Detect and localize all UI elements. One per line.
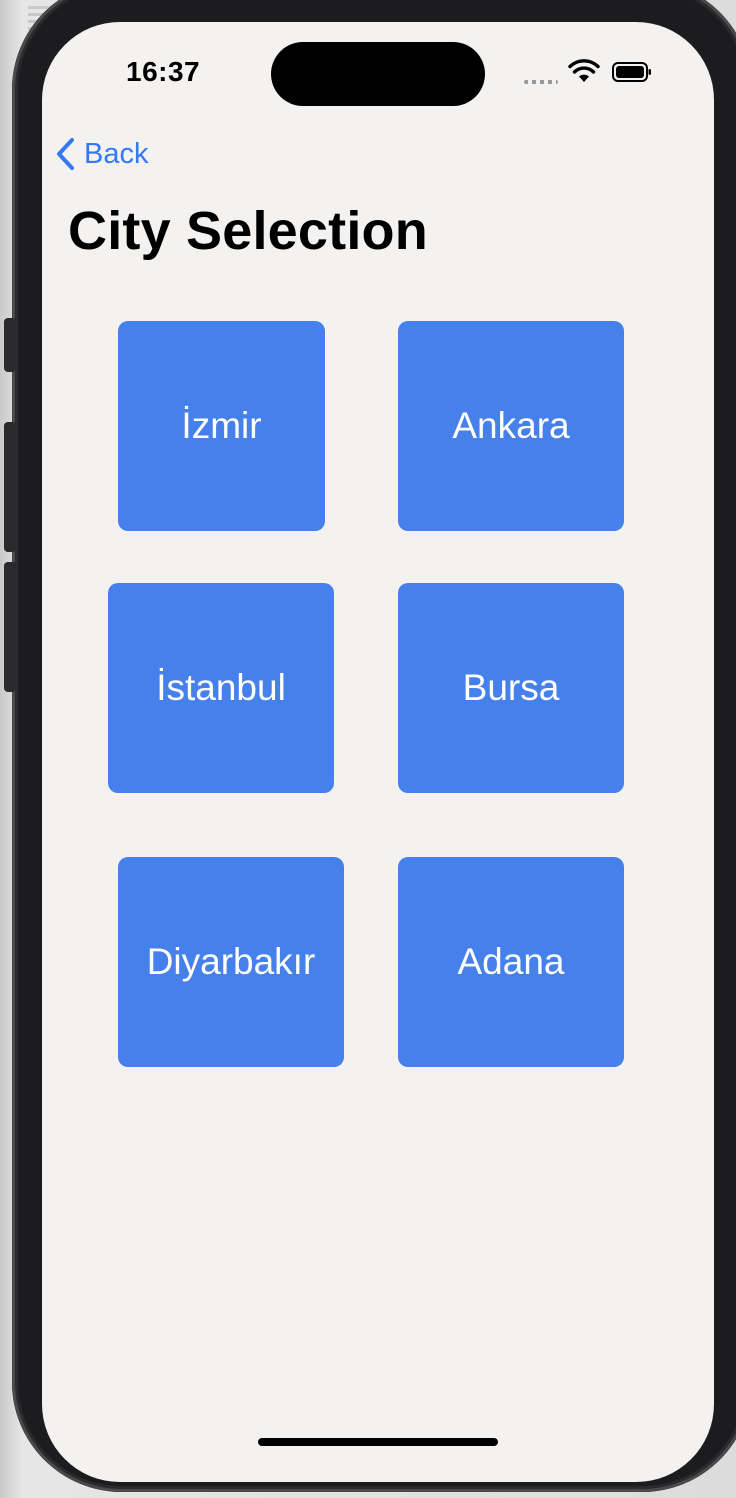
back-button[interactable]: Back bbox=[54, 134, 148, 174]
volume-down-button bbox=[4, 562, 16, 692]
phone-screen: 16:37 Back City Selection İzmir Ankara İ… bbox=[42, 22, 714, 1482]
city-button-diyarbakir[interactable]: Diyarbakır bbox=[118, 857, 344, 1067]
cellular-signal-icon bbox=[524, 80, 558, 84]
status-time: 16:37 bbox=[126, 56, 201, 87]
city-button-ankara[interactable]: Ankara bbox=[398, 321, 624, 531]
city-button-bursa[interactable]: Bursa bbox=[398, 583, 624, 793]
city-button-adana[interactable]: Adana bbox=[398, 857, 624, 1067]
page-title: City Selection bbox=[68, 201, 428, 261]
back-label: Back bbox=[84, 137, 149, 170]
city-button-izmir[interactable]: İzmir bbox=[118, 321, 325, 531]
wifi-icon bbox=[568, 59, 600, 82]
chevron-left-icon bbox=[57, 138, 74, 170]
city-button-istanbul[interactable]: İstanbul bbox=[108, 583, 334, 793]
dynamic-island bbox=[271, 42, 485, 106]
action-button bbox=[4, 318, 16, 372]
battery-icon bbox=[612, 62, 651, 82]
home-indicator[interactable] bbox=[258, 1438, 498, 1446]
volume-up-button bbox=[4, 422, 16, 552]
